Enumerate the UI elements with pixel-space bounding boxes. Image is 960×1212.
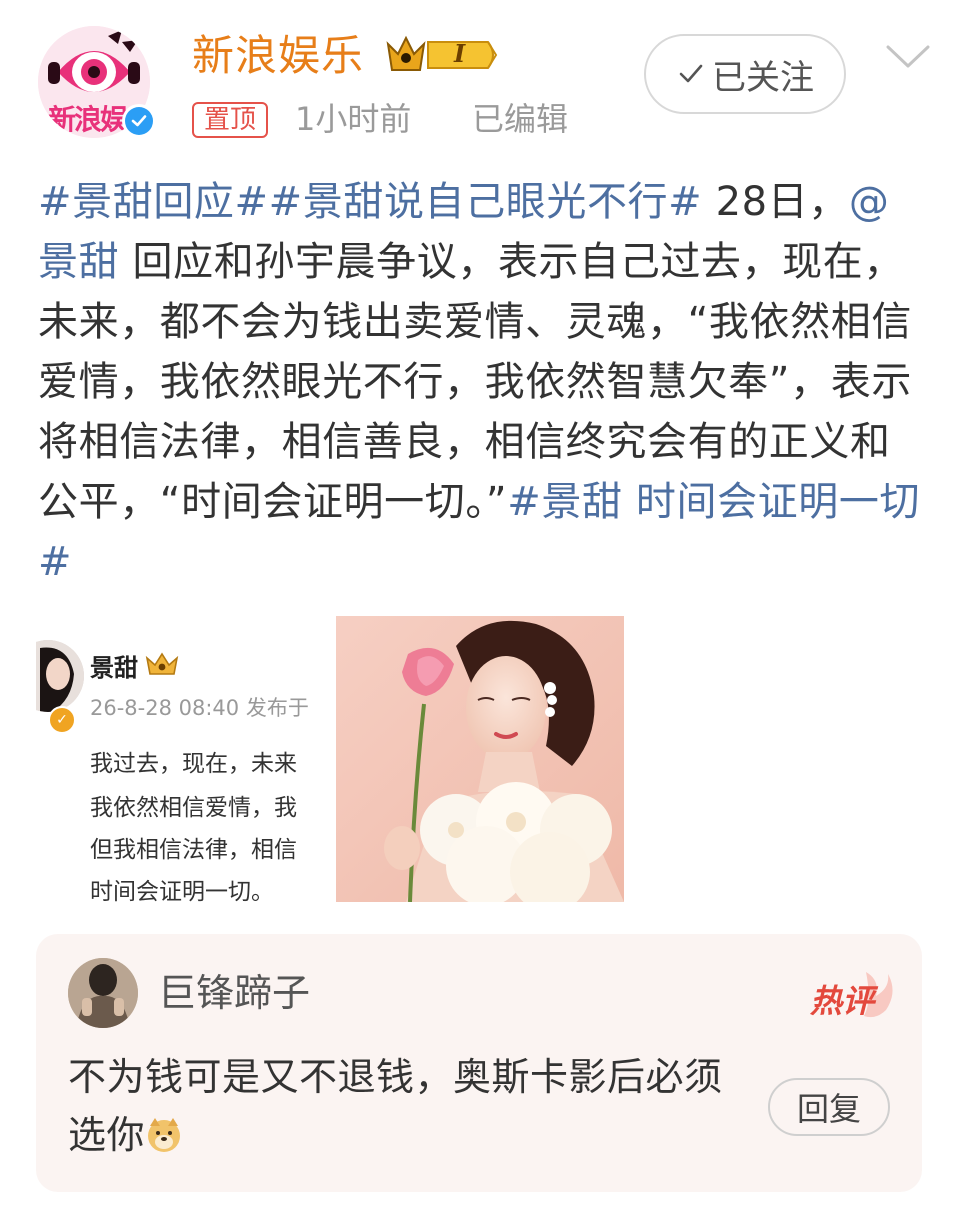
author-avatar[interactable]: 新浪娱 — [36, 26, 156, 146]
hashtag-link[interactable]: #景甜回应# — [38, 179, 269, 225]
screenshot-meta: 26-8-28 08:40 发布于 — [90, 696, 309, 720]
screenshot-line: 但我相信法律，相信 — [90, 837, 297, 863]
vip-crown-icon[interactable]: I — [384, 30, 504, 80]
author-name[interactable]: 新浪娱乐 — [192, 28, 364, 84]
screenshot-avatar — [36, 640, 84, 712]
screenshot-line: 时间会证明一切。 — [90, 879, 274, 902]
screenshot-line: 我过去，现在，未来 — [90, 751, 297, 777]
follow-label: 已关注 — [712, 57, 814, 98]
commenter-name[interactable]: 巨锋蹄子 — [158, 968, 310, 1018]
post-text-segment: 28日， — [702, 179, 849, 225]
screenshot-author-name: 景甜 — [90, 654, 138, 682]
hot-comment-card: 巨锋蹄子 热评 不为钱可是又不退钱，奥斯卡影后必须选你 回复 — [36, 934, 922, 1192]
hot-comment-label: 热评 — [810, 982, 875, 1020]
hashtag-link[interactable]: #景甜说自己眼光不行# — [269, 179, 703, 225]
doge-emoji-icon — [145, 1112, 183, 1152]
edited-label[interactable]: 已编辑 — [472, 98, 568, 140]
crown-icon — [144, 650, 180, 682]
screenshot-line: 我依然相信爱情，我 — [90, 795, 297, 821]
reply-button[interactable]: 回复 — [768, 1078, 890, 1136]
post-image-screenshot[interactable]: ✓ 景甜 26-8-28 08:40 发布于 我过去，现在，未来 我依然相信爱情… — [36, 616, 328, 902]
weibo-post-page: 新浪娱 新浪娱乐 I 置顶 1小时前 已编辑 已关注 #景甜回应##景甜说自己眼… — [0, 0, 960, 1212]
comment-text: 不为钱可是又不退钱，奥斯卡影后必须选你 — [68, 1048, 758, 1164]
post-image-photo[interactable] — [336, 616, 624, 902]
post-text: #景甜回应##景甜说自己眼光不行# 28日，@景甜 回应和孙宇晨争议，表示自己过… — [38, 172, 928, 592]
vip-level: I — [454, 39, 466, 68]
avatar-text: 新浪娱 — [48, 103, 128, 136]
post-time: 1小时前 — [295, 100, 412, 138]
hot-comment-badge: 热评 — [806, 966, 896, 1026]
commenter-avatar[interactable] — [68, 958, 138, 1028]
verified-icon — [122, 104, 156, 138]
pinned-badge: 置顶 — [192, 102, 269, 138]
chevron-down-icon[interactable] — [884, 38, 932, 74]
screenshot-verified-icon: ✓ — [48, 706, 76, 734]
follow-button[interactable]: 已关注 — [644, 34, 846, 114]
check-icon — [676, 59, 706, 89]
